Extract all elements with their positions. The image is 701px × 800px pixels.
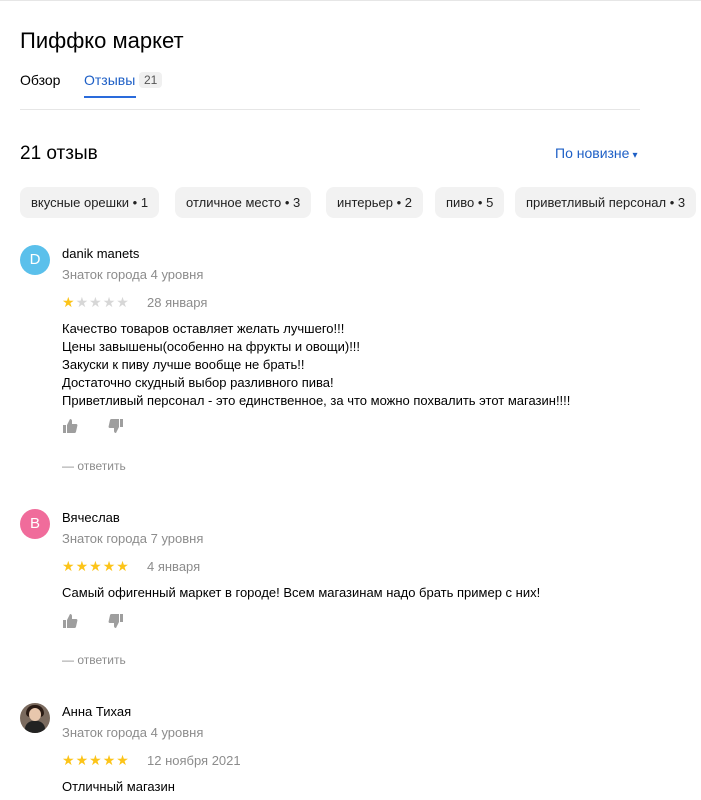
star-icon: ★	[89, 558, 103, 574]
rating-stars: ★★★★★	[62, 294, 130, 311]
tab-overview[interactable]: Обзор	[20, 72, 60, 88]
page-title: Пиффко маркет	[20, 28, 184, 53]
chip-count: 2	[404, 195, 412, 210]
author-level: Знаток города 4 уровня	[62, 725, 204, 740]
review-text: Качество товаров оставляет желать лучшег…	[62, 320, 662, 410]
avatar[interactable]: D	[20, 245, 50, 275]
sort-dropdown[interactable]: По новизне ▾	[555, 145, 637, 161]
avatar-photo-body	[25, 721, 45, 733]
avatar[interactable]	[20, 703, 50, 733]
star-icon: ★	[75, 558, 90, 574]
star-icon: ★	[62, 558, 76, 574]
review-item: D danik manets Знаток города 4 уровня ★★…	[20, 245, 660, 480]
chip-label: вкусные орешки	[31, 195, 130, 210]
chip-tag[interactable]: вкусные орешки • 1	[20, 187, 160, 218]
star-icon: ★	[62, 294, 76, 310]
review-author[interactable]: Анна Тихая	[62, 704, 131, 719]
avatar-photo-face	[29, 708, 41, 721]
review-text: Отличный магазин	[62, 778, 662, 796]
star-icon: ★	[75, 294, 90, 310]
tab-reviews[interactable]: Отзывы	[84, 72, 135, 88]
tab-reviews-count-badge: 21	[139, 72, 163, 88]
review-author[interactable]: danik manets	[62, 246, 139, 261]
chip-count: 3	[677, 195, 686, 210]
chip-tag[interactable]: интерьер • 2	[326, 187, 423, 218]
review-item: Анна Тихая Знаток города 4 уровня ★★★★★ …	[20, 703, 660, 800]
star-icon: ★	[89, 752, 103, 768]
author-level: Знаток города 4 уровня	[62, 267, 204, 282]
thumb-up-icon[interactable]	[62, 613, 78, 629]
review-text-line: Приветливый персонал - это единственное,…	[62, 393, 571, 408]
chip-label: отличное место	[186, 195, 282, 210]
header-divider	[20, 109, 640, 110]
review-text-line: Цены завышены(особенно на фрукты и овощи…	[62, 339, 361, 354]
chip-tag[interactable]: пиво • 5	[435, 187, 505, 218]
review-date: 28 января	[147, 295, 208, 310]
review-item: В Вячеслав Знаток города 7 уровня ★★★★★ …	[20, 509, 660, 674]
reply-link[interactable]: — ответить	[62, 653, 126, 667]
thumb-down-icon[interactable]	[108, 613, 124, 629]
star-icon: ★	[116, 752, 130, 768]
chip-label: пиво	[446, 195, 475, 210]
review-reactions	[62, 613, 132, 629]
star-icon: ★	[75, 752, 90, 768]
thumb-down-icon[interactable]	[108, 418, 124, 434]
star-icon: ★	[116, 294, 130, 310]
review-text-line: Достаточно скудный выбор разливного пива…	[62, 375, 334, 390]
sort-label: По новизне	[555, 145, 630, 161]
chip-count: 3	[292, 195, 301, 210]
review-text: Самый офигенный маркет в городе! Всем ма…	[62, 584, 662, 602]
chip-count: 1	[140, 195, 149, 210]
top-divider	[0, 0, 701, 1]
review-text-line: Качество товаров оставляет желать лучшег…	[62, 321, 345, 336]
chip-tag[interactable]: отличное место • 3	[175, 187, 312, 218]
rating-stars: ★★★★★	[62, 558, 130, 575]
chevron-down-icon: ▾	[632, 150, 638, 161]
review-reactions	[62, 418, 132, 434]
active-tab-indicator	[84, 96, 136, 98]
review-text-line: Отличный магазин	[62, 779, 175, 794]
star-icon: ★	[116, 558, 130, 574]
thumb-up-icon[interactable]	[62, 418, 78, 434]
reviews-count-heading: 21 отзыв	[20, 143, 98, 164]
chip-label: приветливый персонал	[526, 195, 667, 210]
chip-label: интерьер	[337, 195, 393, 210]
avatar[interactable]: В	[20, 509, 50, 539]
reply-link[interactable]: — ответить	[62, 459, 126, 473]
review-text-line: Самый офигенный маркет в городе! Всем ма…	[62, 585, 541, 600]
chip-tag[interactable]: приветливый персонал • 3	[515, 187, 697, 218]
star-icon: ★	[102, 558, 117, 574]
review-date: 4 января	[147, 559, 201, 574]
star-icon: ★	[102, 752, 117, 768]
review-date: 12 ноября 2021	[147, 753, 241, 768]
rating-stars: ★★★★★	[62, 752, 130, 769]
review-author[interactable]: Вячеслав	[62, 510, 120, 525]
review-text-line: Закуски к пиву лучше вообще не брать!!	[62, 357, 305, 372]
star-icon: ★	[62, 752, 76, 768]
star-icon: ★	[102, 294, 117, 310]
author-level: Знаток города 7 уровня	[62, 531, 204, 546]
star-icon: ★	[89, 294, 103, 310]
chip-count: 5	[486, 195, 494, 210]
